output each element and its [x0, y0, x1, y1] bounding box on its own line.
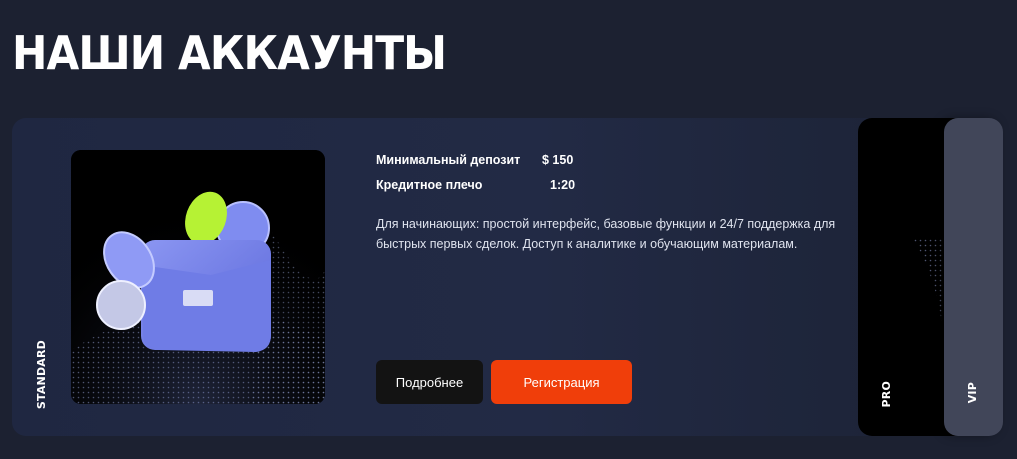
spec-label: Минимальный депозит — [376, 153, 521, 167]
account-card-vip[interactable]: VIP — [944, 118, 1003, 436]
account-description: Для начинающих: простой интерфейс, базов… — [376, 217, 836, 251]
more-button[interactable]: Подробнее — [376, 360, 483, 404]
spec-value: 1:20 — [550, 178, 576, 192]
register-button[interactable]: Регистрация — [491, 360, 632, 404]
spec-label: Кредитное плечо — [376, 178, 483, 192]
tier-label-vip: VIP — [966, 382, 979, 404]
spec-value: $ 150 — [542, 153, 574, 167]
tier-label-standard: STANDARD — [35, 340, 48, 410]
wallet-with-coins-icon — [71, 150, 325, 404]
tier-label-pro: PRO — [880, 381, 893, 408]
page-title: НАШИ АККАУНТЫ — [12, 26, 447, 80]
account-image — [71, 150, 325, 404]
